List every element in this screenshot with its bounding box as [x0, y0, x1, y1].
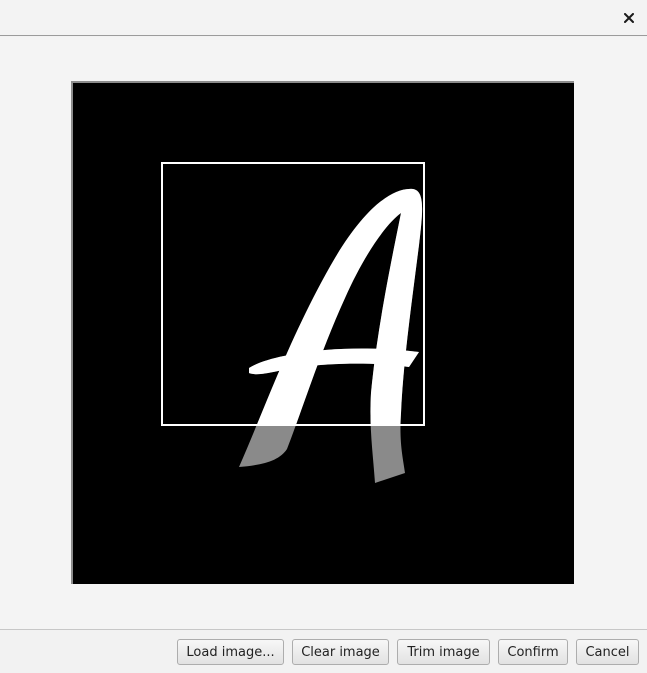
load-image-button[interactable]: Load image... [177, 639, 284, 665]
cancel-button[interactable]: Cancel [576, 639, 639, 665]
close-button[interactable] [619, 8, 639, 28]
close-icon [624, 13, 634, 23]
image-canvas[interactable] [71, 81, 574, 584]
dialog-title-bar [0, 0, 647, 36]
dialog-button-bar: Load image... Clear image Trim image Con… [0, 631, 647, 673]
trim-image-button[interactable]: Trim image [397, 639, 490, 665]
clear-image-button[interactable]: Clear image [292, 639, 389, 665]
dialog-content [0, 37, 647, 630]
trim-selection-box[interactable] [161, 162, 425, 426]
confirm-button[interactable]: Confirm [498, 639, 568, 665]
